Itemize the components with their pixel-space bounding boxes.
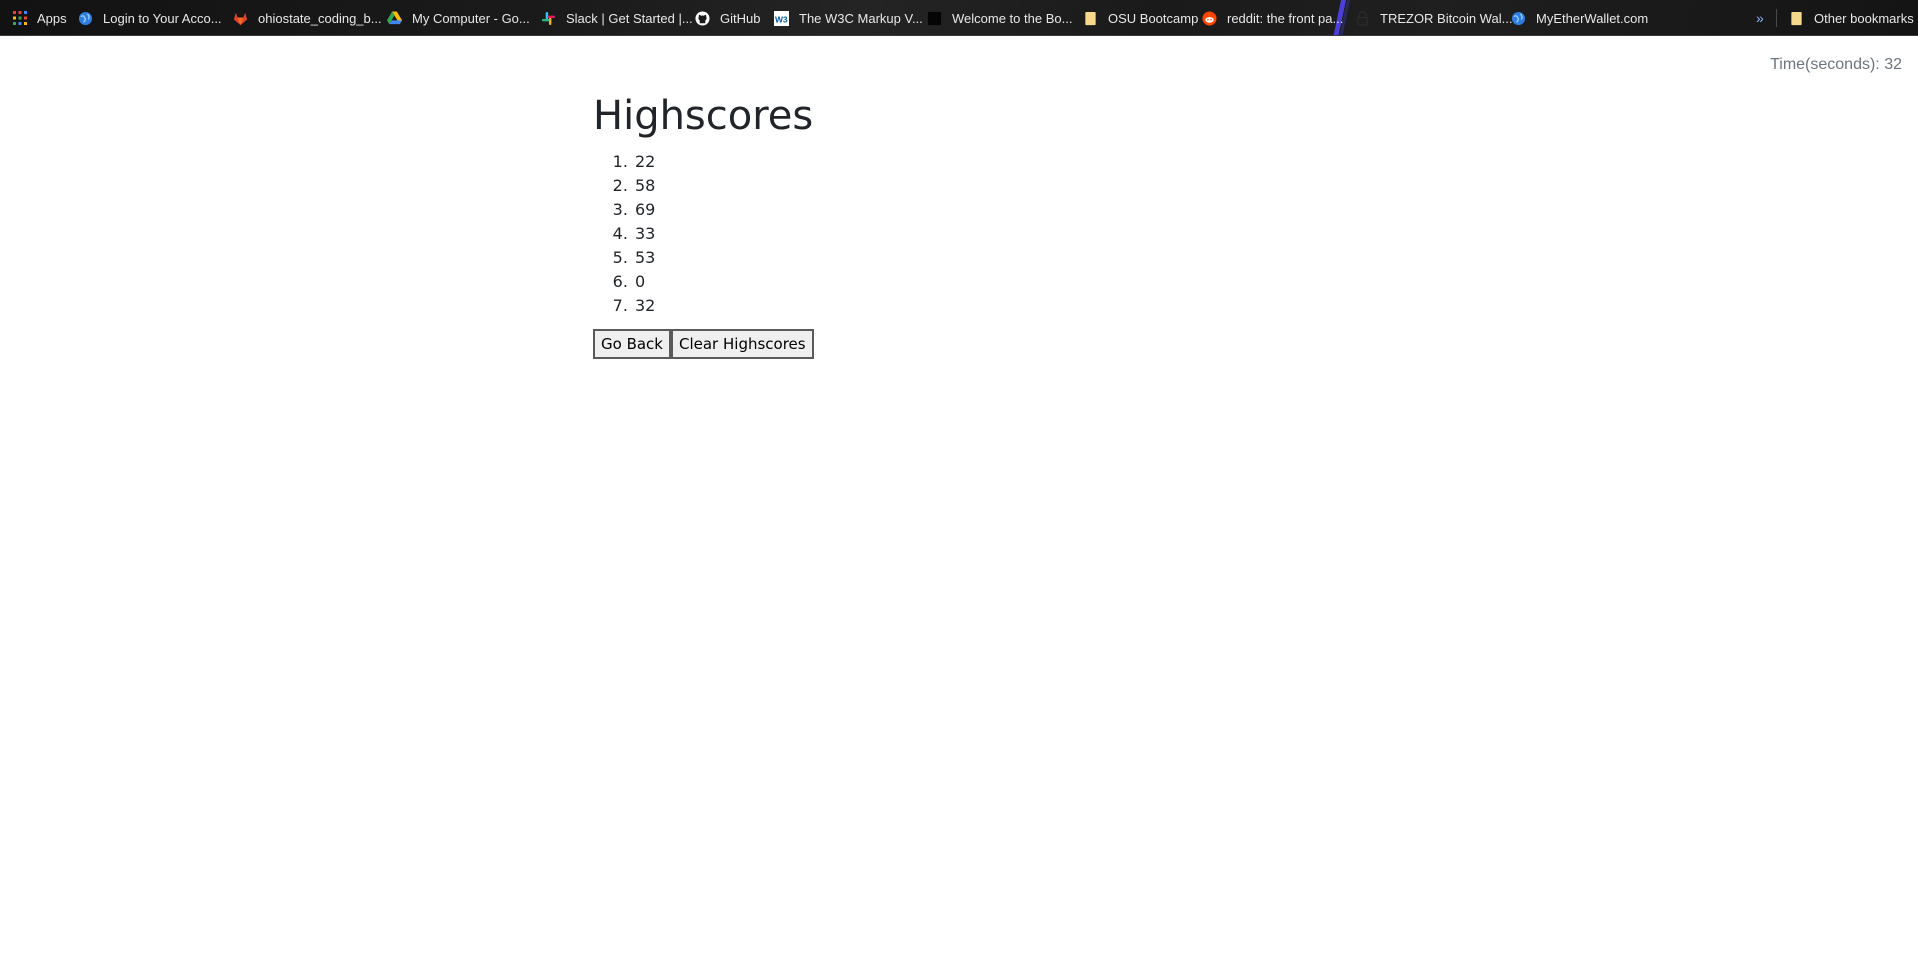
w3c-icon: W3 bbox=[774, 10, 789, 26]
bookmark-welcome[interactable]: Welcome to the Bo... bbox=[927, 0, 1073, 35]
bookmark-label: Welcome to the Bo... bbox=[952, 10, 1073, 26]
bookmark-label: Apps bbox=[37, 10, 67, 26]
lock-icon bbox=[1355, 10, 1370, 26]
folder-icon bbox=[1789, 11, 1804, 26]
reddit-icon bbox=[1202, 10, 1217, 26]
list-item: 33 bbox=[633, 222, 814, 246]
list-item: 32 bbox=[633, 294, 814, 318]
other-bookmarks-label: Other bookmarks bbox=[1814, 10, 1914, 26]
bookmark-github[interactable]: GitHub bbox=[695, 0, 761, 35]
page-title: Highscores bbox=[593, 93, 814, 139]
bookmark-label: GitHub bbox=[720, 10, 761, 26]
bookmark-label: Slack | Get Started |... bbox=[566, 10, 693, 26]
highscores-panel: Highscores 22 58 69 33 53 0 32 Go Back C… bbox=[593, 92, 814, 359]
bookmark-label: Login to Your Acco... bbox=[103, 10, 222, 26]
list-item: 58 bbox=[633, 174, 814, 198]
bookmarks-bar: Apps Login to Your Acco... ohiostate_cod… bbox=[0, 0, 1918, 36]
highscores-list: 22 58 69 33 53 0 32 bbox=[593, 150, 814, 318]
bookmark-label: OSU Bootcamp bbox=[1108, 10, 1199, 26]
bookmark-label: The W3C Markup V... bbox=[799, 10, 923, 26]
overflow-chevron-icon: » bbox=[1756, 10, 1764, 26]
go-back-button[interactable]: Go Back bbox=[593, 329, 671, 359]
list-item: 0 bbox=[633, 270, 814, 294]
timer-display: Time(seconds): 32 bbox=[1770, 56, 1902, 73]
gitlab-icon bbox=[233, 11, 248, 26]
bookmark-apps[interactable]: Apps bbox=[12, 0, 67, 35]
bookmarks-overflow-button[interactable]: » bbox=[1756, 0, 1764, 35]
bookmark-gitlab[interactable]: ohiostate_coding_b... bbox=[233, 0, 382, 35]
dark-page-icon bbox=[927, 11, 942, 26]
bookmark-label: reddit: the front pa... bbox=[1227, 10, 1344, 26]
bookmark-label: TREZOR Bitcoin Wal... bbox=[1380, 10, 1513, 26]
list-item: 22 bbox=[633, 150, 814, 174]
bookmark-login[interactable]: Login to Your Acco... bbox=[78, 0, 222, 35]
slack-icon bbox=[541, 11, 556, 26]
button-row: Go Back Clear Highscores bbox=[593, 329, 814, 359]
bookmark-label: ohiostate_coding_b... bbox=[258, 10, 382, 26]
bookmark-slack[interactable]: Slack | Get Started |... bbox=[541, 0, 693, 35]
bookmark-osu-bootcamp[interactable]: OSU Bootcamp bbox=[1083, 0, 1199, 35]
bookmark-w3c[interactable]: W3 The W3C Markup V... bbox=[774, 0, 923, 35]
folder-icon bbox=[1083, 11, 1098, 26]
bookmark-label: MyEtherWallet.com bbox=[1536, 10, 1649, 26]
clear-highscores-button[interactable]: Clear Highscores bbox=[671, 329, 814, 359]
bookmarks-divider bbox=[1776, 9, 1777, 27]
bookmark-trezor[interactable]: TREZOR Bitcoin Wal... bbox=[1355, 0, 1513, 35]
globe-icon bbox=[1511, 11, 1526, 26]
apps-grid-icon bbox=[12, 11, 27, 26]
bookmark-google-drive[interactable]: My Computer - Go... bbox=[387, 0, 530, 35]
list-item: 53 bbox=[633, 246, 814, 270]
google-drive-icon bbox=[387, 11, 402, 26]
other-bookmarks[interactable]: Other bookmarks bbox=[1789, 0, 1914, 35]
svg-text:W3: W3 bbox=[775, 14, 788, 24]
bookmark-reddit[interactable]: reddit: the front pa... bbox=[1202, 0, 1344, 35]
bookmark-myetherwallet[interactable]: MyEtherWallet.com bbox=[1511, 0, 1649, 35]
globe-icon bbox=[78, 11, 93, 26]
bookmark-label: My Computer - Go... bbox=[412, 10, 530, 26]
list-item: 69 bbox=[633, 198, 814, 222]
github-icon bbox=[695, 10, 710, 26]
